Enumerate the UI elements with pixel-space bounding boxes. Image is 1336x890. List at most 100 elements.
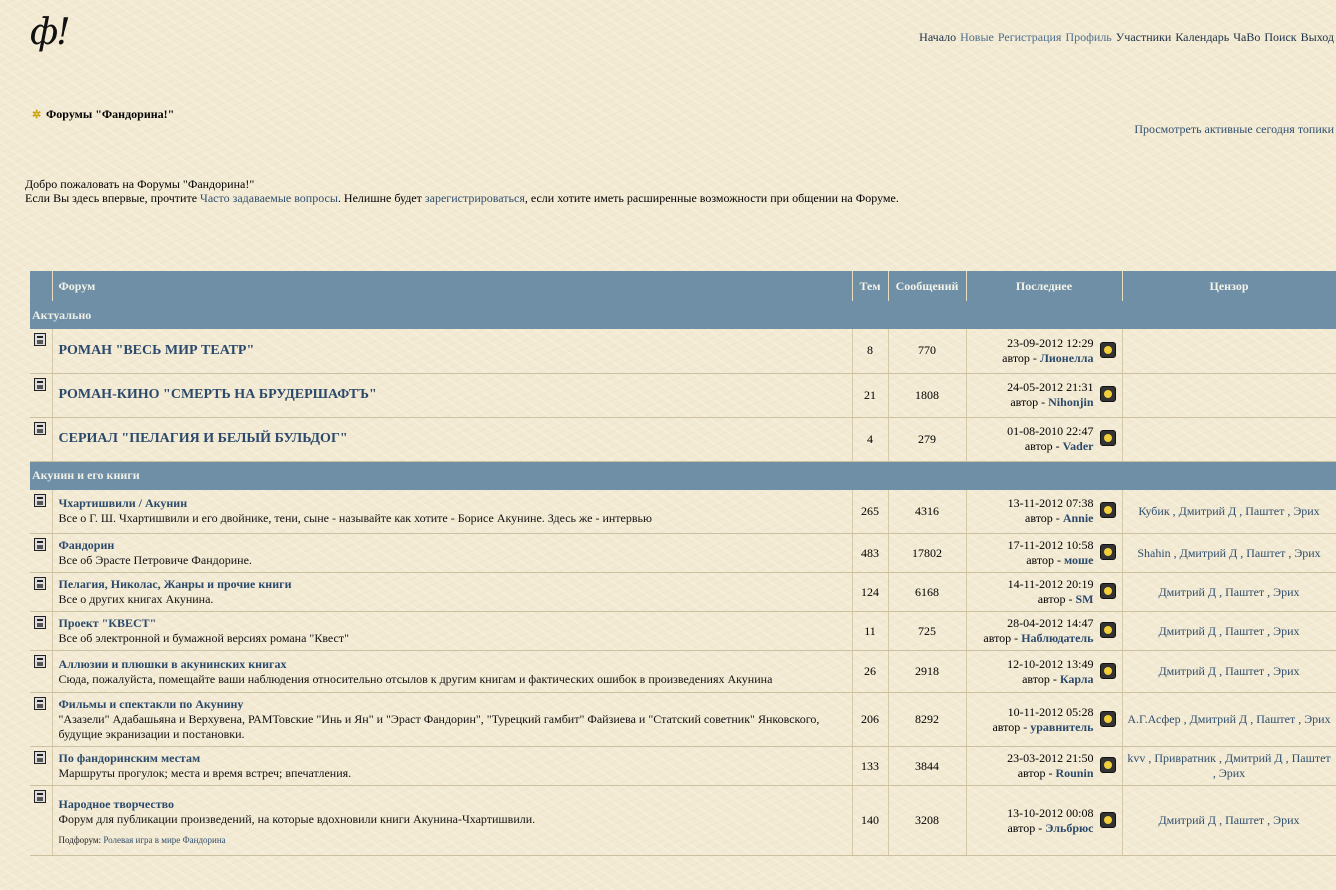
nav-6[interactable]: ЧаВо xyxy=(1233,30,1260,44)
forum-name-link[interactable]: РОМАН-КИНО "СМЕРТЬ НА БРУДЕРШАФТЪ" xyxy=(59,387,377,402)
forum-icon-cell xyxy=(30,417,53,462)
forum-name-link[interactable]: Пелагия, Николас, Жанры и прочие книги xyxy=(59,577,292,591)
post-count: 725 xyxy=(888,611,967,651)
site-logo[interactable]: ф! xyxy=(30,12,71,53)
topic-count: 21 xyxy=(852,373,889,418)
post-count: 279 xyxy=(888,417,967,462)
forum-folder-icon xyxy=(34,421,46,435)
go-to-last-post-icon[interactable] xyxy=(1099,622,1116,638)
forum-folder-icon xyxy=(34,655,46,668)
forum-name-link[interactable]: Аллюзии и плюшки в акунинских книгах xyxy=(59,657,287,671)
author-prefix: автор - xyxy=(1017,766,1056,780)
moderators[interactable]: А.Г.Асфер , Дмитрий Д , Паштет , Эрих xyxy=(1122,692,1336,747)
moderators[interactable] xyxy=(1122,417,1336,462)
welcome-hint-text: Если Вы здесь впервые, прочтите xyxy=(25,191,201,205)
active-topics-link[interactable]: Просмотреть активные сегодня топики xyxy=(1134,122,1334,137)
last-post-author[interactable]: SM xyxy=(1076,592,1094,606)
forum-description: Сюда, пожалуйста, помещайте ваши наблюде… xyxy=(58,671,773,686)
topic-count: 133 xyxy=(852,746,889,786)
moderators[interactable]: kvv , Привратник , Дмитрий Д , Паштет , … xyxy=(1122,746,1336,786)
forum-name-link[interactable]: Проект "КВЕСТ" xyxy=(59,616,157,630)
category-title[interactable]: Актуально xyxy=(30,301,1336,329)
forum-name-link[interactable]: РОМАН "ВЕСЬ МИР ТЕАТР" xyxy=(59,343,255,358)
moderators[interactable] xyxy=(1122,373,1336,418)
go-to-last-post-icon[interactable] xyxy=(1099,583,1116,599)
forum-name-link[interactable]: Народное творчество xyxy=(59,797,175,811)
last-post-author[interactable]: Карла xyxy=(1060,672,1094,686)
forum-row: Чхартишвили / Акунин Все о Г. Ш. Чхартишв… xyxy=(30,489,1336,534)
nav-2[interactable]: Регистрация xyxy=(998,30,1062,44)
go-to-last-post-icon[interactable] xyxy=(1099,710,1116,727)
post-count: 3208 xyxy=(888,785,967,856)
forum-description: Все о других книгах Акунина. xyxy=(58,592,214,606)
last-post: 14-11-2012 20:19 автор - SM xyxy=(966,572,1123,612)
nav-0[interactable]: Начало xyxy=(919,30,956,44)
header-posts: Сообщений xyxy=(888,271,967,301)
moderators[interactable]: Кубик , Дмитрий Д , Паштет , Эрих xyxy=(1122,489,1336,534)
last-post-author[interactable]: Vader xyxy=(1063,439,1094,453)
last-post-by: автор - Nihonjin xyxy=(968,395,1093,410)
go-to-last-post-icon[interactable] xyxy=(1099,341,1116,358)
last-post-author[interactable]: Лионелла xyxy=(1040,351,1094,365)
forum-folder-icon xyxy=(34,697,46,710)
last-post-by: автор - уравнитель xyxy=(968,720,1093,735)
go-to-last-post-icon[interactable] xyxy=(1099,430,1116,446)
nav-5[interactable]: Календарь xyxy=(1175,30,1229,44)
faq-link[interactable]: Часто задаваемые вопросы xyxy=(200,191,338,205)
nav-4[interactable]: Участники xyxy=(1116,30,1172,44)
forum-icon-cell xyxy=(30,373,53,418)
last-post-author[interactable]: Rounin xyxy=(1055,766,1093,780)
last-post-author[interactable]: Annie xyxy=(1063,511,1094,525)
post-count: 1808 xyxy=(888,373,967,418)
post-count: 4316 xyxy=(888,489,967,534)
last-post-date: 24-05-2012 21:31 xyxy=(1007,380,1094,394)
last-post-author[interactable]: Наблюдатель xyxy=(1021,631,1093,645)
moderators[interactable]: Дмитрий Д , Паштет , Эрих xyxy=(1122,650,1336,693)
forum-name-link[interactable]: По фандоринским местам xyxy=(59,751,201,765)
go-to-last-post-icon[interactable] xyxy=(1099,544,1116,560)
nav-1[interactable]: Новые xyxy=(960,30,994,44)
go-to-last-post-icon[interactable] xyxy=(1099,386,1116,402)
forum-name-link[interactable]: Чхартишвили / Акунин xyxy=(59,496,188,510)
register-link[interactable]: зарегистрироваться xyxy=(425,191,525,205)
last-post-by: автор - Vader xyxy=(968,439,1094,454)
category-title[interactable]: Акунин и его книги xyxy=(30,461,1336,490)
go-to-last-post-icon[interactable] xyxy=(1099,502,1116,519)
go-to-last-post-icon[interactable] xyxy=(1099,757,1116,773)
breadcrumb-label[interactable]: Форумы "Фандорина!" xyxy=(46,107,174,122)
forum-name-link[interactable]: Фильмы и спектакли по Акунину xyxy=(59,697,244,711)
nav-3[interactable]: Профиль xyxy=(1065,30,1111,44)
forum-row: По фандоринским местам Маршруты прогулок;… xyxy=(30,746,1336,786)
last-post-author[interactable]: уравнитель xyxy=(1030,720,1093,734)
forum-name-link[interactable]: Фандорин xyxy=(59,538,115,552)
forum-info: РОМАН-КИНО "СМЕРТЬ НА БРУДЕРШАФТЪ" xyxy=(52,373,853,418)
forum-folder-icon xyxy=(34,333,46,346)
go-to-last-post-icon[interactable] xyxy=(1099,662,1116,679)
forum-info: Фандорин Все об Эрасте Петровиче Фандорин… xyxy=(52,533,853,573)
welcome-hint: Если Вы здесь впервые, прочтите Часто за… xyxy=(25,191,899,205)
moderators[interactable]: Дмитрий Д , Паштет , Эрих xyxy=(1122,611,1336,651)
last-post: 01-08-2010 22:47 автор - Vader xyxy=(966,417,1123,462)
forum-info: Фильмы и спектакли по Акунину "Азазели" А… xyxy=(52,692,853,747)
forum-info: СЕРИАЛ "ПЕЛАГИЯ И БЕЛЫЙ БУЛЬДОГ" xyxy=(52,417,853,462)
forum-description: "Азазели" Адабашьяна и Верхувена, РАМТов… xyxy=(58,712,820,741)
subforum-link[interactable]: Ролевая игра в мире Фандорина xyxy=(103,835,225,845)
nav-8[interactable]: Выход xyxy=(1301,30,1334,44)
moderators[interactable]: Дмитрий Д , Паштет , Эрих xyxy=(1122,572,1336,612)
last-post-author[interactable]: Эльбрюс xyxy=(1045,821,1093,835)
moderators[interactable] xyxy=(1122,329,1336,374)
nav-7[interactable]: Поиск xyxy=(1264,30,1296,44)
forum-name-link[interactable]: СЕРИАЛ "ПЕЛАГИЯ И БЕЛЫЙ БУЛЬДОГ" xyxy=(59,431,348,446)
last-post: 23-09-2012 12:29 автор - Лионелла xyxy=(966,329,1123,374)
author-prefix: автор - xyxy=(1002,350,1040,365)
last-post: 23-03-2012 21:50 автор - Rounin xyxy=(966,746,1123,786)
last-post-by: автор - Rounin xyxy=(968,766,1094,781)
last-post-author[interactable]: Nihonjin xyxy=(1048,395,1093,409)
author-prefix: автор - xyxy=(1026,553,1065,567)
go-to-last-post-icon[interactable] xyxy=(1099,811,1116,828)
moderators[interactable]: Shahin , Дмитрий Д , Паштет , Эрих xyxy=(1122,533,1336,573)
last-post-author[interactable]: моше xyxy=(1064,553,1093,567)
forum-row: Пелагия, Николас, Жанры и прочие книги Вс… xyxy=(30,572,1336,612)
moderators[interactable]: Дмитрий Д , Паштет , Эрих xyxy=(1122,785,1336,856)
breadcrumb: ✲ Форумы "Фандорина!" xyxy=(32,107,174,122)
